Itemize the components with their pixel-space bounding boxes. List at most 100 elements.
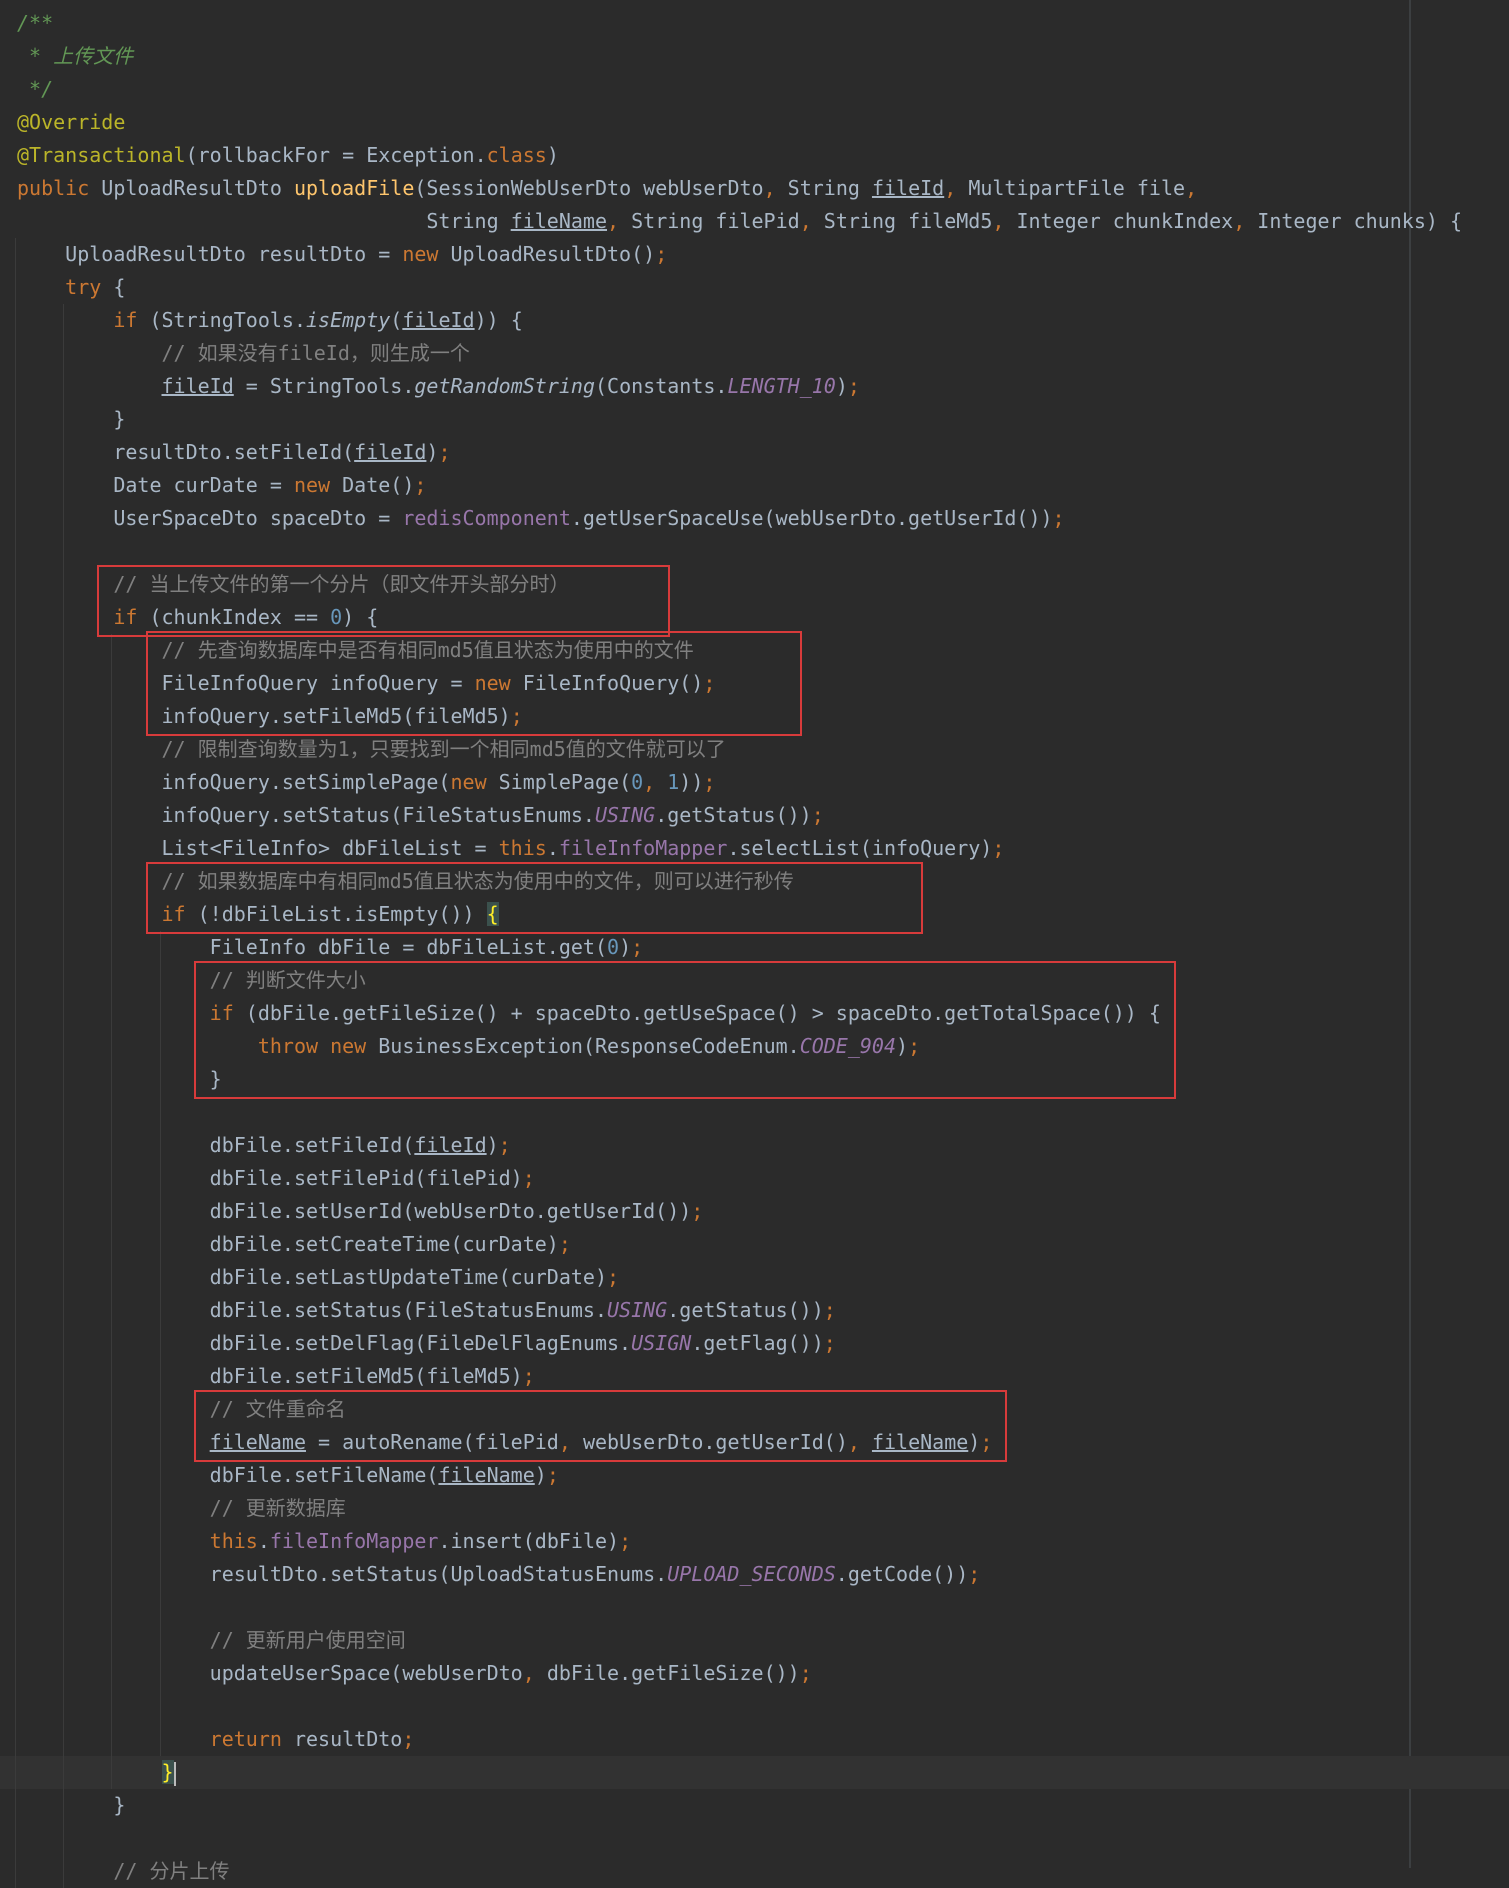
code-line[interactable]: FileInfo dbFile = dbFileList.get(0); — [17, 931, 644, 964]
code-line[interactable]: if (dbFile.getFileSize() + spaceDto.getU… — [17, 997, 1161, 1030]
code-token: dbFile.setFileName( — [17, 1463, 439, 1487]
code-token: , — [944, 176, 969, 200]
code-line[interactable]: // 更新数据库 — [17, 1492, 346, 1525]
code-token: infoQuery.setFileMd5(fileMd5) — [17, 704, 511, 728]
code-token: infoQuery.setStatus(FileStatusEnums. — [17, 803, 595, 827]
code-line[interactable]: return resultDto; — [17, 1723, 415, 1756]
code-token: . — [257, 1529, 270, 1553]
code-line[interactable]: List<FileInfo> dbFileList = this.fileInf… — [17, 832, 1004, 865]
code-line[interactable]: dbFile.setFileName(fileName); — [17, 1459, 559, 1492]
code-line[interactable]: public UploadResultDto uploadFile(Sessio… — [17, 172, 1197, 205]
code-line[interactable]: dbFile.setFileId(fileId); — [17, 1129, 511, 1162]
code-line[interactable]: } — [17, 1756, 176, 1789]
code-token: ; — [992, 836, 1005, 860]
code-line[interactable]: /** — [17, 7, 53, 40]
code-token: // 如果没有fileId，则生成一个 — [17, 341, 470, 365]
code-token: dbFile.setFilePid(filePid) — [17, 1166, 523, 1190]
code-line[interactable]: dbFile.setFileMd5(fileMd5); — [17, 1360, 535, 1393]
code-line[interactable]: // 分片上传 — [17, 1855, 229, 1888]
code-line[interactable]: // 更新用户使用空间 — [17, 1624, 406, 1657]
code-editor[interactable]: /** * 上传文件 */ @Override @Transactional(rol… — [0, 0, 1509, 1888]
code-token: ; — [402, 1727, 415, 1751]
code-token: fileInfoMapper — [269, 1529, 439, 1553]
code-token: ; — [703, 770, 716, 794]
code-line[interactable]: */ — [17, 73, 53, 106]
code-line[interactable]: fileName = autoRename(filePid, webUserDt… — [17, 1426, 993, 1459]
code-line[interactable]: dbFile.setUserId(webUserDto.getUserId())… — [17, 1195, 704, 1228]
code-token: ; — [823, 1298, 836, 1322]
code-line[interactable]: dbFile.setLastUpdateTime(curDate); — [17, 1261, 619, 1294]
code-line[interactable]: // 如果数据库中有相同md5值且状态为使用中的文件，则可以进行秒传 — [17, 865, 794, 898]
code-line[interactable]: UploadResultDto resultDto = new UploadRe… — [17, 238, 667, 271]
code-token: UserSpaceDto spaceDto = — [17, 506, 403, 530]
code-line[interactable]: * 上传文件 — [17, 40, 133, 73]
code-line[interactable]: fileId = StringTools.getRandomString(Con… — [17, 370, 860, 403]
code-token: , — [643, 770, 668, 794]
code-line[interactable]: // 文件重命名 — [17, 1393, 346, 1426]
code-token: // 如果数据库中有相同md5值且状态为使用中的文件，则可以进行秒传 — [17, 869, 794, 893]
code-line[interactable]: try { — [17, 271, 125, 304]
code-line[interactable]: throw new BusinessException(ResponseCode… — [17, 1030, 920, 1063]
code-token: = autoRename(filePid — [305, 1430, 559, 1454]
code-token: ; — [414, 473, 427, 497]
code-token: ; — [607, 1265, 620, 1289]
code-line[interactable]: if (chunkIndex == 0) { — [17, 601, 378, 634]
code-line[interactable]: Date curDate = new Date(); — [17, 469, 426, 502]
code-token: ; — [980, 1430, 993, 1454]
code-token: fileName — [871, 1430, 969, 1454]
code-token: ) — [534, 1463, 547, 1487]
code-token: Date curDate = — [17, 473, 294, 497]
code-token: ) — [486, 1133, 499, 1157]
code-token: (chunkIndex == — [149, 605, 331, 629]
code-token: . — [546, 836, 559, 860]
code-token: )) { — [474, 308, 523, 332]
code-line[interactable]: infoQuery.setStatus(FileStatusEnums.USIN… — [17, 799, 823, 832]
code-token: // 更新用户使用空间 — [17, 1628, 406, 1652]
code-token: fileName — [438, 1463, 535, 1487]
code-line[interactable]: String fileName, String filePid, String … — [17, 205, 1462, 238]
code-line[interactable]: this.fileInfoMapper.insert(dbFile); — [17, 1525, 631, 1558]
code-line[interactable]: resultDto.setStatus(UploadStatusEnums.UP… — [17, 1558, 981, 1591]
code-token: { — [486, 902, 499, 926]
code-line[interactable]: } — [17, 1789, 125, 1822]
code-line[interactable]: dbFile.setFilePid(filePid); — [17, 1162, 535, 1195]
code-line[interactable]: // 如果没有fileId，则生成一个 — [17, 337, 470, 370]
code-line[interactable]: if (StringTools.isEmpty(fileId)) { — [17, 304, 523, 337]
code-line[interactable]: if (!dbFileList.isEmpty()) { — [17, 898, 499, 931]
code-token: fileId — [414, 1133, 487, 1157]
code-token: ; — [510, 704, 523, 728]
code-token: new — [474, 671, 523, 695]
code-token: { — [113, 275, 126, 299]
code-line[interactable]: @Transactional(rollbackFor = Exception.c… — [17, 139, 559, 172]
code-token: @Transactional — [17, 143, 186, 167]
code-line[interactable]: } — [17, 403, 125, 436]
code-line[interactable]: // 先查询数据库中是否有相同md5值且状态为使用中的文件 — [17, 634, 693, 667]
code-line[interactable]: // 当上传文件的第一个分片（即文件开头部分时） — [17, 568, 569, 601]
code-line[interactable]: FileInfoQuery infoQuery = new FileInfoQu… — [17, 667, 715, 700]
code-line[interactable]: UserSpaceDto spaceDto = redisComponent.g… — [17, 502, 1064, 535]
code-line[interactable]: resultDto.setFileId(fileId); — [17, 436, 450, 469]
code-token: ; — [968, 1562, 981, 1586]
code-token: Integer chunkIndex — [1016, 209, 1234, 233]
code-token: // 当上传文件的第一个分片（即文件开头部分时） — [17, 572, 570, 596]
code-token: */ — [17, 77, 54, 101]
code-line[interactable]: } — [17, 1063, 222, 1096]
code-token: } — [17, 1793, 126, 1817]
code-token: FileInfo dbFile = dbFileList.get( — [17, 935, 608, 959]
code-line[interactable]: infoQuery.setFileMd5(fileMd5); — [17, 700, 523, 733]
code-token: isEmpty — [306, 308, 391, 332]
code-line[interactable]: // 判断文件大小 — [17, 964, 366, 997]
code-token: ; — [823, 1331, 836, 1355]
code-line[interactable]: dbFile.setCreateTime(curDate); — [17, 1228, 571, 1261]
code-line[interactable]: updateUserSpace(webUserDto, dbFile.getFi… — [17, 1657, 812, 1690]
code-line[interactable]: dbFile.setDelFlag(FileDelFlagEnums.USIGN… — [17, 1327, 836, 1360]
code-token: return — [209, 1727, 294, 1751]
code-line[interactable]: @Override — [17, 106, 125, 139]
code-line[interactable]: // 限制查询数量为1，只要找到一个相同md5值的文件就可以了 — [17, 733, 725, 766]
code-token: if — [161, 902, 198, 926]
code-line[interactable]: infoQuery.setSimplePage(new SimplePage(0… — [17, 766, 715, 799]
code-line[interactable]: dbFile.setStatus(FileStatusEnums.USING.g… — [17, 1294, 836, 1327]
code-token: ) — [968, 1430, 981, 1454]
